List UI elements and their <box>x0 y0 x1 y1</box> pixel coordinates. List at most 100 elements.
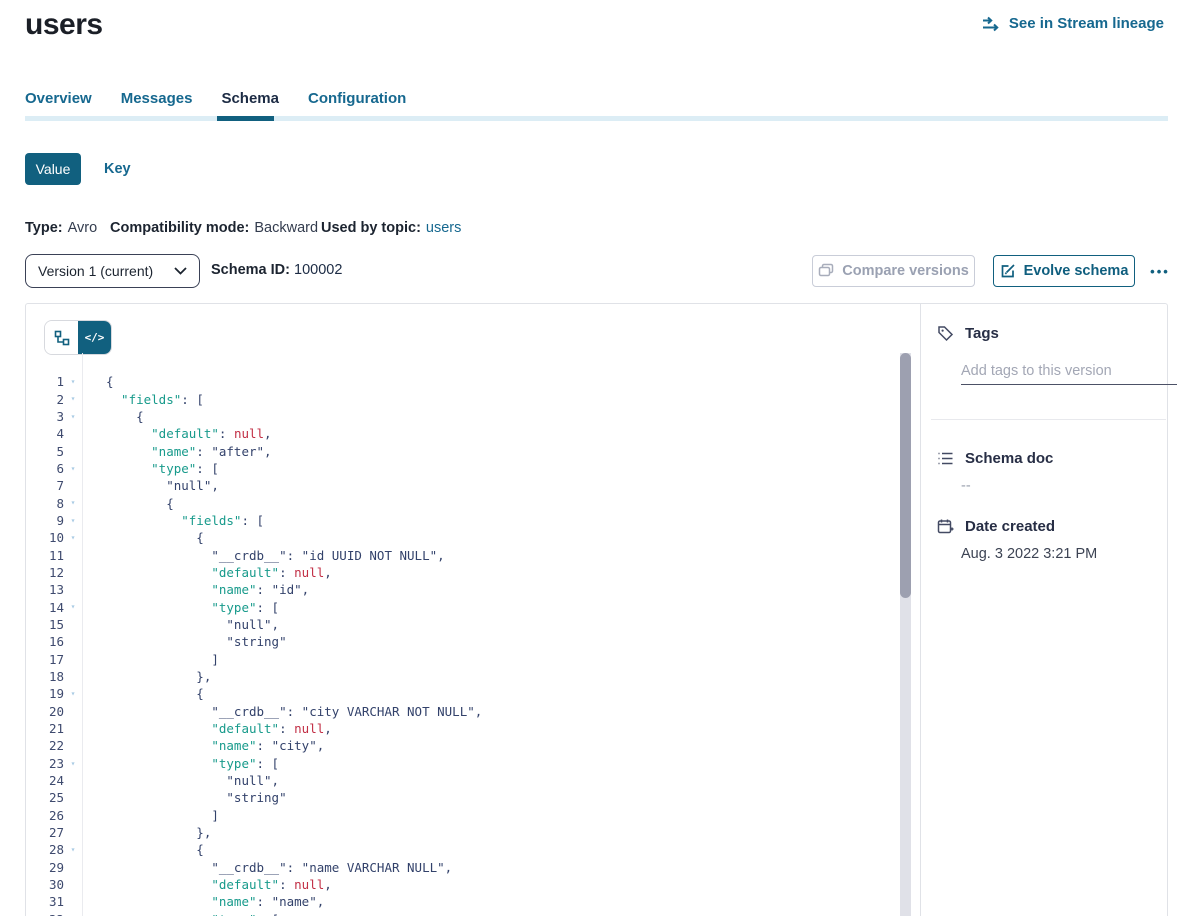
schema-card: </> 1▾{2▾"fields": [3▾{4"default": null,… <box>25 303 1168 916</box>
used-by-topic-label: Used by topic: <box>321 220 421 236</box>
type-value: Avro <box>68 220 98 236</box>
schema-id-label: Schema ID: <box>211 262 290 278</box>
fold-toggle-icon[interactable]: ▾ <box>64 373 82 390</box>
chevron-down-icon <box>174 267 187 275</box>
code-line: 16 "string" <box>26 633 898 650</box>
code-text: "__crdb__": "id UUID NOT NULL", <box>82 548 445 563</box>
code-text: { <box>82 530 204 545</box>
fold-toggle-icon[interactable]: ▾ <box>64 390 82 407</box>
fold-toggle-icon[interactable]: ▾ <box>64 755 82 772</box>
code-line: 22"name": "city", <box>26 737 898 754</box>
more-options-button[interactable]: ••• <box>1146 255 1174 287</box>
see-in-stream-lineage-link[interactable]: See in Stream lineage <box>982 15 1164 32</box>
fold-toggle-icon[interactable]: ▾ <box>64 512 82 529</box>
type-label: Type: <box>25 220 63 236</box>
line-number: 23 <box>26 756 64 771</box>
fold-toggle-icon[interactable]: ▾ <box>64 841 82 858</box>
line-number: 24 <box>26 773 64 788</box>
line-number: 31 <box>26 894 64 909</box>
fold-toggle-icon[interactable]: ▾ <box>64 529 82 546</box>
code-view-icon: </> <box>85 331 105 344</box>
tab-schema[interactable]: Schema <box>221 90 279 107</box>
schema-id: Schema ID: 100002 <box>211 262 342 278</box>
evolve-schema-button[interactable]: Evolve schema <box>993 255 1135 287</box>
line-number: 8 <box>26 496 64 511</box>
code-text: "string" <box>82 634 287 649</box>
code-line: 6▾"type": [ <box>26 460 898 477</box>
code-text: { <box>82 409 144 424</box>
line-number: 27 <box>26 825 64 840</box>
line-number: 28 <box>26 842 64 857</box>
code-text: "default": null, <box>82 565 332 580</box>
line-number: 2 <box>26 392 64 407</box>
tab-configuration[interactable]: Configuration <box>308 90 406 107</box>
code-line: 30"default": null, <box>26 876 898 893</box>
tree-view-button[interactable] <box>45 321 78 354</box>
code-text: { <box>82 842 204 857</box>
code-line: 11 "__crdb__": "id UUID NOT NULL", <box>26 546 898 563</box>
tab-overview[interactable]: Overview <box>25 90 92 107</box>
line-number: 32 <box>26 912 64 916</box>
compatibility-value: Backward <box>254 220 318 236</box>
code-text: "name": "after", <box>82 444 272 459</box>
view-mode-toggle: </> <box>44 320 112 355</box>
schema-doc-value: -- <box>961 478 971 494</box>
code-line: 7"null", <box>26 477 898 494</box>
tree-view-icon <box>54 330 70 346</box>
code-text: "default": null, <box>82 426 272 441</box>
tab-bar: Overview Messages Schema Configuration <box>25 90 406 107</box>
add-tags-input[interactable] <box>961 357 1177 385</box>
code-text: ] <box>82 652 219 667</box>
code-scrollbar-thumb[interactable] <box>900 353 911 598</box>
code-view-button[interactable]: </> <box>78 321 111 354</box>
tab-underline <box>25 116 1168 121</box>
code-line: 20"__crdb__": "city VARCHAR NOT NULL", <box>26 703 898 720</box>
line-number: 11 <box>26 548 64 563</box>
line-number: 22 <box>26 738 64 753</box>
sidebar-divider <box>931 419 1166 420</box>
code-line: 18}, <box>26 668 898 685</box>
fold-toggle-icon[interactable]: ▾ <box>64 460 82 477</box>
line-number: 9 <box>26 513 64 528</box>
fold-toggle-icon[interactable]: ▾ <box>64 685 82 702</box>
used-by-topic-link[interactable]: users <box>426 220 461 236</box>
code-line: 19▾{ <box>26 685 898 702</box>
tab-messages[interactable]: Messages <box>121 90 193 107</box>
line-number: 1 <box>26 374 64 389</box>
code-text: }, <box>82 825 211 840</box>
schema-id-value: 100002 <box>294 262 342 278</box>
line-number: 12 <box>26 565 64 580</box>
code-text: "type": [ <box>82 756 279 771</box>
line-number: 3 <box>26 409 64 424</box>
fold-toggle-icon[interactable]: ▾ <box>64 408 82 425</box>
line-number: 25 <box>26 790 64 805</box>
code-text: "default": null, <box>82 877 332 892</box>
code-text: "fields": [ <box>82 513 264 528</box>
calendar-icon <box>937 518 954 535</box>
code-line: 26] <box>26 807 898 824</box>
fold-toggle-icon[interactable]: ▾ <box>64 598 82 615</box>
code-line: 17] <box>26 651 898 668</box>
code-lines[interactable]: 1▾{2▾"fields": [3▾{4"default": null,5"na… <box>26 373 898 916</box>
code-line: 8▾{ <box>26 494 898 511</box>
code-line: 15"null", <box>26 616 898 633</box>
code-line: 9▾"fields": [ <box>26 512 898 529</box>
version-select[interactable]: Version 1 (current) <box>25 254 200 288</box>
code-line: 31"name": "name", <box>26 893 898 910</box>
version-select-value: Version 1 (current) <box>38 263 153 279</box>
fold-toggle-icon[interactable]: ▾ <box>64 494 82 511</box>
compare-versions-icon <box>818 263 834 279</box>
date-created-heading: Date created <box>937 518 1055 535</box>
line-number: 16 <box>26 634 64 649</box>
code-text: { <box>82 686 204 701</box>
code-text: "null", <box>82 478 219 493</box>
fold-toggle-icon[interactable]: ▾ <box>64 911 82 916</box>
key-toggle-link[interactable]: Key <box>104 161 131 177</box>
code-line: 27}, <box>26 824 898 841</box>
compare-versions-button[interactable]: Compare versions <box>812 255 975 287</box>
value-toggle-button[interactable]: Value <box>25 153 81 185</box>
line-number: 21 <box>26 721 64 736</box>
code-line: 32▾"type": [ <box>26 911 898 916</box>
compatibility-label: Compatibility mode: <box>110 220 249 236</box>
code-line: 24"null", <box>26 772 898 789</box>
